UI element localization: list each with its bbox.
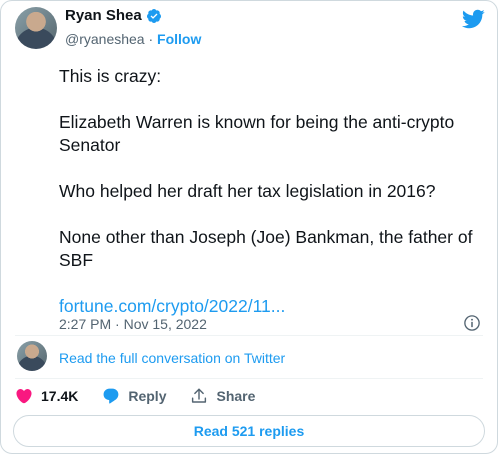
read-replies-label: Read 521 replies: [193, 423, 305, 439]
tweet-paragraph: This is crazy:: [59, 66, 162, 86]
tweet-paragraph: None other than Joseph (Joe) Bankman, th…: [59, 227, 473, 270]
reply-action[interactable]: Reply: [102, 387, 166, 405]
author-name[interactable]: Ryan Shea: [65, 7, 142, 24]
conversation-avatar: [17, 341, 47, 371]
like-count: 17.4K: [41, 388, 79, 404]
reply-label: Reply: [128, 388, 167, 404]
divider: [15, 378, 483, 379]
tweet-card: Ryan Shea @ryaneshea · Follow This is cr…: [0, 0, 498, 454]
heart-icon: [16, 389, 32, 404]
handle-separator: ·: [144, 31, 158, 47]
tweet-link[interactable]: fortune.com/crypto/2022/11...: [59, 296, 285, 316]
tweet-text: This is crazy: Elizabeth Warren is known…: [59, 65, 489, 318]
follow-button[interactable]: Follow: [157, 31, 201, 47]
read-replies-button[interactable]: Read 521 replies: [13, 415, 485, 447]
reply-bubble-icon: [103, 388, 119, 404]
tweet-paragraph: Elizabeth Warren is known for being the …: [59, 112, 455, 155]
tweet-timestamp[interactable]: 2:27 PM · Nov 15, 2022: [59, 316, 207, 332]
share-action[interactable]: Share: [190, 387, 255, 405]
read-conversation-link[interactable]: Read the full conversation on Twitter: [59, 350, 285, 366]
verified-badge-icon: [146, 8, 161, 23]
like-action[interactable]: 17.4K: [15, 387, 78, 405]
tweet-paragraph: Who helped her draft her tax legislation…: [59, 181, 436, 201]
author-name-row: Ryan Shea: [65, 7, 162, 24]
share-label: Share: [216, 388, 256, 404]
info-icon[interactable]: [463, 314, 481, 332]
divider: [15, 335, 483, 336]
author-handle[interactable]: @ryaneshea: [65, 31, 145, 47]
share-icon: [192, 388, 207, 403]
author-avatar[interactable]: [15, 7, 57, 49]
twitter-bird-icon[interactable]: [461, 7, 485, 31]
author-handle-row: @ryaneshea · Follow: [65, 31, 201, 47]
tweet-actions: 17.4K Reply Share: [15, 387, 279, 405]
